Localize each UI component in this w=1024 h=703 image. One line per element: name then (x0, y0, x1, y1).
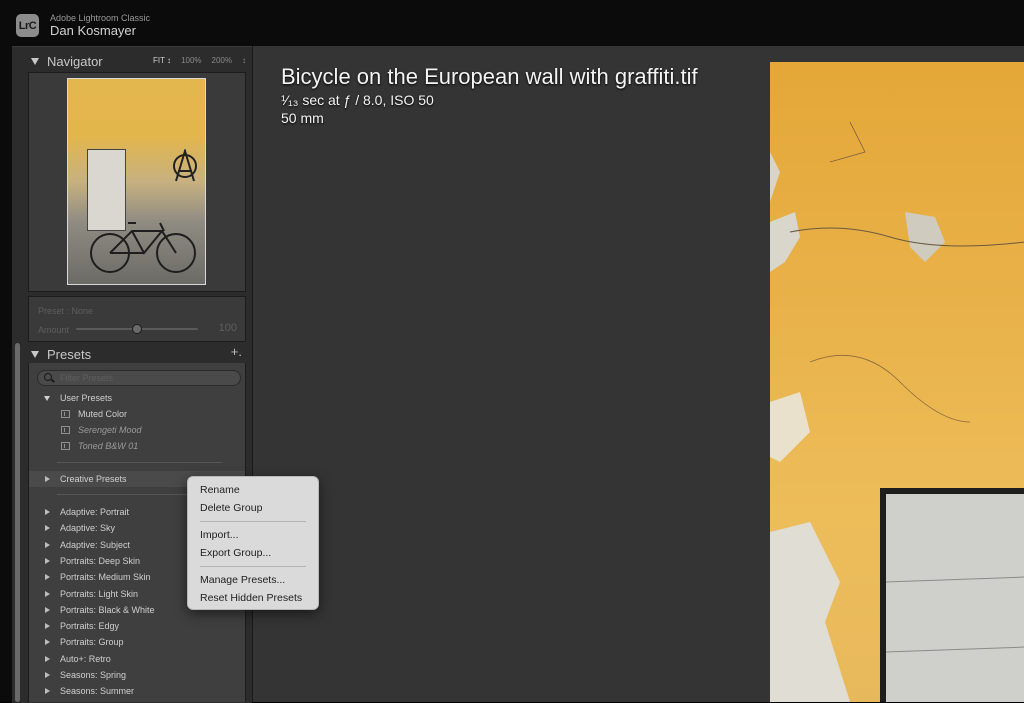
presets-title: Presets (47, 346, 92, 362)
preset-item-label: Serengeti Mood (78, 425, 142, 435)
preset-group-label: Portraits: Medium Skin (60, 572, 151, 583)
collapsed-triangle-icon[interactable] (45, 655, 50, 662)
collapsed-triangle-icon[interactable] (45, 688, 50, 695)
collapsed-triangle-icon[interactable] (45, 525, 50, 532)
preset-group-label: Portraits: Black & White (60, 604, 155, 615)
preset-group-label: Seasons: Spring (60, 670, 127, 680)
menu-separator (200, 566, 306, 567)
navigator-preview[interactable] (28, 72, 246, 292)
lightroom-logo-icon[interactable]: LrC (16, 14, 39, 37)
preset-group[interactable]: Seasons: Summer (29, 683, 245, 699)
preset-group[interactable]: Auto+: Retro (29, 651, 245, 667)
plus-icon[interactable]: +. (231, 344, 242, 359)
preset-group-label: Adaptive: Sky (60, 523, 116, 534)
preset-icon (61, 442, 70, 450)
photo-filename: Bicycle on the European wall with graffi… (281, 64, 698, 89)
preset-icon (61, 410, 70, 418)
menu-item-reset-hidden-presets[interactable]: Reset Hidden Presets (200, 592, 302, 604)
preset-item-label: Toned B&W 01 (78, 441, 139, 451)
preset-group-label: Portraits: Edgy (60, 621, 120, 632)
collapsed-triangle-icon[interactable] (45, 606, 50, 613)
wall-texture (770, 121, 1024, 702)
preset-label: Preset : None (38, 306, 94, 316)
navigator-zoom-options: FIT ↕ 100% 200% ↕ (153, 56, 246, 65)
zoom-fit-option[interactable]: FIT ↕ (153, 56, 171, 65)
navigator-title: Navigator (47, 53, 103, 69)
amount-value[interactable]: 100 (219, 322, 237, 334)
menu-separator (200, 521, 306, 522)
menu-item-delete-group[interactable]: Delete Group (200, 502, 262, 514)
preset-item[interactable]: Muted Color (61, 406, 127, 422)
navigator-thumbnail[interactable] (67, 78, 206, 285)
graffiti-symbol-icon (173, 149, 197, 182)
preset-group-label: Portraits: Deep Skin (60, 555, 141, 566)
amount-label: Amount (38, 325, 70, 335)
collapse-triangle-icon[interactable] (31, 350, 39, 358)
preset-group[interactable]: Portraits: Edgy (29, 618, 245, 634)
search-icon[interactable] (44, 373, 52, 381)
collapsed-triangle-icon[interactable] (45, 672, 50, 678)
amount-slider-knob[interactable] (132, 324, 142, 334)
collapsed-triangle-icon[interactable] (45, 623, 50, 630)
collapse-triangle-icon[interactable] (31, 57, 39, 65)
preset-icon (61, 426, 70, 434)
zoom-custom-option[interactable]: ↕ (242, 56, 246, 65)
user-name[interactable]: Dan Kosmayer (50, 23, 136, 38)
expanded-triangle-icon[interactable] (44, 395, 50, 401)
preset-group-label: Adaptive: Portrait (60, 507, 130, 517)
preset-group[interactable]: Portraits: Group (29, 634, 245, 650)
menu-item-manage-presets[interactable]: Manage Presets... (200, 574, 285, 586)
filter-presets-input[interactable] (60, 371, 230, 385)
bicycle-icon (90, 222, 196, 273)
left-gutter (0, 46, 12, 702)
menu-item-import[interactable]: Import... (200, 529, 239, 541)
collapsed-triangle-icon[interactable] (45, 476, 50, 482)
menu-item-export-group[interactable]: Export Group... (200, 547, 271, 559)
preset-group-label: Creative Presets (60, 474, 127, 484)
photo-exposure: ¹⁄₁₃ sec at ƒ / 8.0, ISO 50 (281, 92, 434, 108)
title-bar: LrC Adobe Lightroom Classic Dan Kosmayer (0, 0, 1024, 46)
app-name: Adobe Lightroom Classic (50, 13, 151, 23)
preset-group-user[interactable]: User Presets (29, 390, 245, 406)
info-overlay: Bicycle on the European wall with graffi… (281, 64, 698, 126)
preset-group-label: Portraits: Group (60, 637, 124, 648)
preset-group[interactable]: Seasons: Spring (29, 667, 245, 683)
collapsed-triangle-icon[interactable] (45, 574, 50, 581)
navigator-header[interactable]: Navigator FIT ↕ 100% 200% ↕ (26, 49, 252, 73)
preset-group-label: Adaptive: Subject (60, 539, 131, 550)
collapsed-triangle-icon[interactable] (45, 509, 50, 515)
preset-item[interactable]: Toned B&W 01 (61, 438, 138, 454)
group-divider (57, 462, 222, 463)
preset-group-label: Auto+: Retro (60, 653, 111, 664)
preset-group-label: Portraits: Light Skin (60, 588, 139, 599)
preset-group-label: User Presets (60, 393, 113, 403)
collapsed-triangle-icon[interactable] (45, 590, 50, 597)
photo-focal-length: 50 mm (281, 110, 324, 126)
collapsed-triangle-icon[interactable] (45, 541, 50, 548)
main-loupe-view[interactable]: Bicycle on the European wall with graffi… (252, 46, 1024, 702)
menu-item-rename[interactable]: Rename (200, 484, 240, 496)
preset-item-label: Muted Color (78, 409, 128, 419)
zoom-200-option[interactable]: 200% (212, 56, 232, 65)
preset-amount-box: Preset : None Amount 100 (28, 296, 246, 342)
collapsed-triangle-icon[interactable] (45, 557, 50, 564)
context-menu: Rename Delete Group Import... Export Gro… (187, 476, 319, 610)
filter-presets-field[interactable] (37, 370, 241, 386)
collapsed-triangle-icon[interactable] (45, 639, 50, 646)
preset-item[interactable]: Serengeti Mood (61, 422, 142, 438)
preset-group-label: Seasons: Summer (60, 686, 135, 697)
panel-scrollbar[interactable] (15, 343, 20, 702)
main-photo[interactable] (770, 62, 1024, 702)
zoom-100-option[interactable]: 100% (181, 56, 201, 65)
